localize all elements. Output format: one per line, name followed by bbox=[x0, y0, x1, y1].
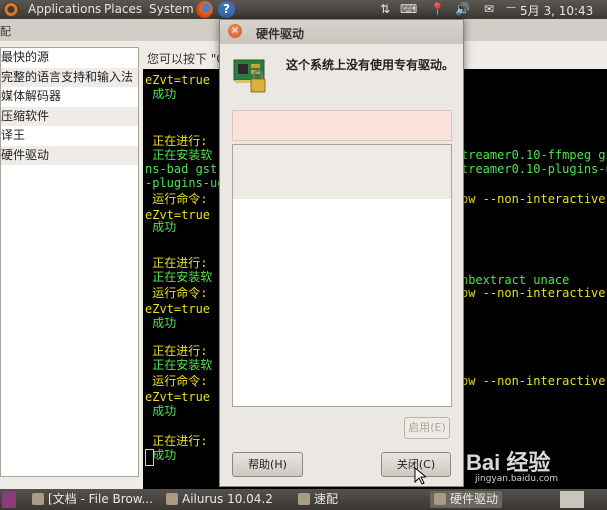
terminal-line: 正在进行: bbox=[145, 134, 208, 148]
taskbar-item[interactable]: 速配 bbox=[298, 491, 338, 508]
feature-item[interactable]: 压缩软件 bbox=[1, 106, 138, 126]
enable-button[interactable]: 启用(E) bbox=[404, 417, 450, 439]
taskbar-item[interactable]: [文档 - File Brow... bbox=[32, 491, 153, 508]
mouse-pointer-icon bbox=[414, 467, 426, 485]
driver-list[interactable] bbox=[232, 144, 452, 407]
baidu-watermark-logo: Bai 经验 bbox=[466, 450, 551, 475]
dialog-title: 硬件驱动 bbox=[256, 27, 305, 41]
clock[interactable]: 5月 3, 10:43 bbox=[520, 2, 593, 19]
firefox-icon[interactable] bbox=[196, 1, 213, 18]
terminal-line: 成功 bbox=[145, 87, 177, 101]
terminal-line: 正在进行: bbox=[145, 434, 208, 448]
separator: — bbox=[506, 2, 516, 13]
terminal-cursor bbox=[145, 449, 154, 466]
close-icon[interactable]: × bbox=[228, 24, 242, 38]
terminal-line: 成功 bbox=[145, 316, 177, 330]
bottom-panel: [文档 - File Brow... Ailurus 10.04.2 速配 硬件… bbox=[0, 489, 607, 510]
mail-icon[interactable]: ✉ bbox=[484, 2, 494, 16]
keyboard-icon[interactable]: ⌨ bbox=[400, 2, 417, 16]
dialog-message: 这个系统上没有使用专有驱动。 bbox=[286, 58, 455, 72]
watermark-url: jingyan.baidu.com bbox=[475, 474, 559, 484]
feature-item-selected[interactable]: 硬件驱动 bbox=[1, 145, 138, 165]
workspace-switcher[interactable] bbox=[560, 491, 584, 508]
taskbar-item[interactable]: Ailurus 10.04.2 bbox=[166, 491, 273, 508]
window-title: 配 bbox=[0, 25, 11, 38]
volume-icon[interactable]: 🔊 bbox=[455, 2, 470, 16]
terminal-line: 正在安装软 bbox=[145, 148, 213, 162]
feature-item[interactable]: 译王 bbox=[1, 126, 138, 146]
help-icon[interactable]: ? bbox=[218, 1, 235, 18]
terminal-line: 成功 bbox=[145, 404, 177, 418]
terminal-line: 运行命令: bbox=[145, 192, 208, 206]
show-desktop-icon[interactable] bbox=[2, 491, 16, 508]
ailurus-icon bbox=[298, 493, 310, 505]
feature-item[interactable]: 媒体解码器 bbox=[1, 87, 138, 107]
applications-menu[interactable]: Applications bbox=[28, 2, 101, 16]
terminal-line: ns-bad gstr bbox=[145, 162, 225, 176]
status-box bbox=[232, 110, 452, 141]
top-panel: Applications Places System ? ⇅ ⌨ 📍 🔊 ✉ —… bbox=[0, 0, 607, 19]
places-menu[interactable]: Places bbox=[104, 2, 142, 16]
terminal-line: treamer0.10-plugins-ug bbox=[461, 162, 607, 176]
terminal-line: 成功 bbox=[145, 220, 177, 234]
help-button[interactable]: 帮助(H) bbox=[232, 452, 303, 477]
dialog-title-bar[interactable]: × 硬件驱动 bbox=[220, 20, 463, 44]
terminal-line: eZvt=true - bbox=[145, 73, 225, 87]
terminal-line: treamer0.10-ffmpeg gst bbox=[461, 148, 607, 162]
terminal-line: 运行命令: bbox=[145, 286, 208, 300]
ailurus-icon bbox=[166, 493, 178, 505]
ailurus-icon bbox=[434, 493, 446, 505]
location-pin-icon[interactable]: 📍 bbox=[430, 2, 445, 16]
terminal-line: 正在安装软 bbox=[145, 270, 213, 284]
hardware-chip-icon bbox=[233, 59, 266, 93]
network-transfer-icon[interactable]: ⇅ bbox=[380, 2, 390, 16]
folder-icon bbox=[32, 493, 44, 505]
hint-text: 您可以按下 "C bbox=[147, 52, 225, 66]
taskbar-item-active[interactable]: 硬件驱动 bbox=[430, 491, 503, 508]
terminal-line: 运行命令: bbox=[145, 374, 208, 388]
terminal-line: eZvt=true - bbox=[145, 390, 225, 404]
system-menu[interactable]: System bbox=[149, 2, 194, 16]
terminal-line: ow --non-interactive - bbox=[461, 374, 607, 388]
feature-item[interactable]: 完整的语言支持和输入法 bbox=[1, 67, 138, 87]
terminal-line: ow --non-interactive - bbox=[461, 286, 607, 300]
terminal-line: 正在进行: bbox=[145, 344, 208, 358]
terminal-line: 正在进行: bbox=[145, 256, 208, 270]
hardware-drivers-dialog: × 硬件驱动 这个系统上没有使用专有驱动。 启用(E) 帮助(H) 关闭(C) bbox=[219, 19, 464, 487]
driver-list-header bbox=[233, 145, 451, 199]
terminal-line: ow --non-interactive - bbox=[461, 192, 607, 206]
terminal-line: -plugins-ug bbox=[145, 176, 225, 190]
terminal-line: 正在安装软 bbox=[145, 358, 213, 372]
terminal-line: eZvt=true - bbox=[145, 302, 225, 316]
terminal-line: nbextract unace bbox=[461, 273, 570, 287]
ubuntu-logo-icon[interactable] bbox=[3, 2, 19, 17]
feature-list[interactable]: 最快的源 完整的语言支持和输入法 媒体解码器 压缩软件 译王 硬件驱动 bbox=[0, 47, 139, 477]
feature-item[interactable]: 最快的源 bbox=[1, 48, 138, 68]
